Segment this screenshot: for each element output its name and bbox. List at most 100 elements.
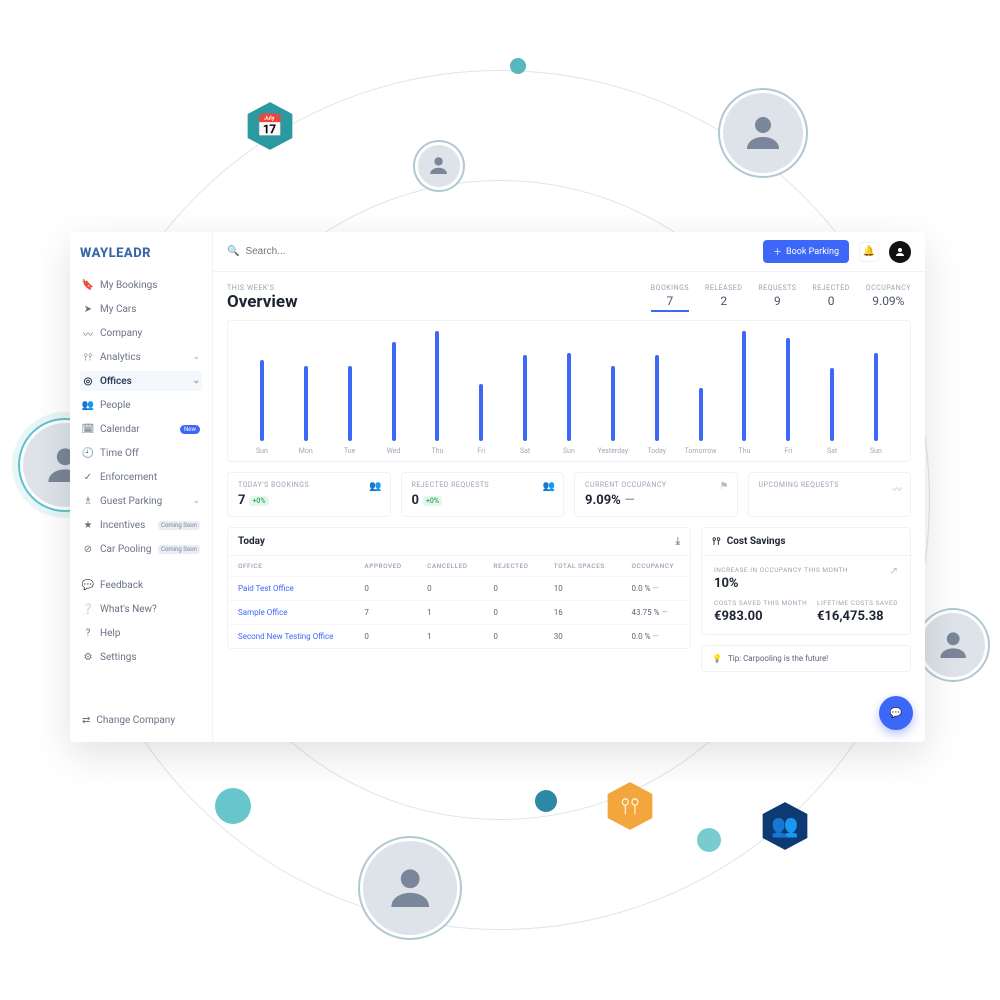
sidebar-item-offices[interactable]: ◎ Offices ⌄	[80, 371, 202, 391]
kpi-rejected-requests[interactable]: REJECTED REQUESTS 0 +0% 👥	[401, 472, 565, 517]
table-row[interactable]: Paid Test Office 0 0 0 10 0.0 % —	[228, 577, 690, 601]
chevron-down-icon: ⌄	[192, 496, 200, 506]
bell-icon: 🔔	[863, 246, 875, 257]
change-company-button[interactable]: ⇄ Change Company	[80, 711, 202, 730]
overview-chart: Sun Mon Tue Wed Thu Fri Sat Sun Yesterda…	[227, 320, 911, 462]
sidebar-item-company[interactable]: 〰 Company	[80, 323, 202, 343]
new-badge: New	[180, 425, 200, 434]
sidebar-item-guest-parking[interactable]: ♗ Guest Parking ⌄	[80, 491, 202, 511]
book-parking-button[interactable]: ＋ Book Parking	[763, 240, 849, 263]
sidebar-item-feedback[interactable]: 💬 Feedback	[80, 575, 202, 595]
chart-column: Sun	[547, 353, 591, 455]
overview-stat[interactable]: REJECTED 0	[812, 284, 849, 312]
kpi-label: UPCOMING REQUESTS	[759, 481, 901, 489]
office-cell[interactable]: Sample Office	[228, 601, 354, 625]
office-cell[interactable]: Paid Test Office	[228, 577, 354, 601]
stat-label: BOOKINGS	[651, 284, 689, 292]
approved-cell: 0	[354, 577, 417, 601]
kpi-delta: +0%	[249, 496, 268, 506]
occupancy-cell: 43.75 % —	[621, 601, 690, 625]
occupancy-cell: 0.0 % —	[621, 577, 690, 601]
overview-stat[interactable]: REQUESTS 9	[758, 284, 796, 312]
chart-bar	[874, 353, 878, 441]
kpi-delta: +0%	[423, 496, 442, 506]
swap-icon: ⇄	[82, 715, 90, 726]
people-icon: 👥	[82, 399, 94, 411]
sidebar-item-people[interactable]: 👥 People	[80, 395, 202, 415]
sidebar-item-car-pooling[interactable]: ⊘ Car Pooling Coming Soon	[80, 539, 202, 559]
sidebar-item-label: Calendar	[100, 424, 140, 435]
kpi-label: CURRENT OCCUPANCY	[585, 481, 727, 489]
sidebar-item-analytics[interactable]: ⫯⫯ Analytics ⌄	[80, 347, 202, 367]
calendar-hex-icon: 📅	[240, 100, 300, 152]
life-saved-value: €16,475.38	[817, 609, 898, 624]
chart-x-label: Sat	[827, 447, 837, 455]
users-icon: 👥	[543, 481, 555, 492]
search-box[interactable]: 🔍	[227, 246, 753, 257]
sidebar-item-label: Enforcement	[100, 472, 157, 483]
page-title: Overview	[227, 292, 298, 312]
stat-value: 9	[758, 294, 796, 308]
coming-soon-badge: Coming Soon	[158, 521, 200, 530]
sparkle-icon: ❔	[82, 603, 94, 615]
table-row[interactable]: Second New Testing Office 0 1 0 30 0.0 %…	[228, 625, 690, 649]
sidebar-item-enforcement[interactable]: ✓ Enforcement	[80, 467, 202, 487]
table-header: TOTAL SPACES	[544, 556, 622, 577]
chart-x-label: Thu	[431, 447, 443, 455]
chart-x-label: Mon	[299, 447, 313, 455]
chart-column: Sun	[854, 353, 898, 455]
overview-stat[interactable]: OCCUPANCY 9.09%	[866, 284, 911, 312]
spaces-cell: 30	[544, 625, 622, 649]
increase-label: INCREASE IN OCCUPANCY THIS MONTH	[714, 566, 848, 574]
sidebar-item-incentives[interactable]: ★ Incentives Coming Soon	[80, 515, 202, 535]
overview-stat[interactable]: RELEASED 2	[705, 284, 742, 312]
month-saved-value: €983.00	[714, 609, 807, 624]
sidebar-item-label: Offices	[100, 376, 132, 387]
sidebar-item-my-cars[interactable]: ➤ My Cars	[80, 299, 202, 319]
avatar	[360, 838, 460, 938]
chat-icon: 💬	[890, 708, 902, 719]
chart-column: Mon	[284, 366, 328, 455]
profile-avatar[interactable]	[889, 241, 911, 263]
sidebar-item-whats-new[interactable]: ❔ What's New?	[80, 599, 202, 619]
support-chat-button[interactable]: 💬	[879, 696, 913, 730]
chart-column: Wed	[372, 342, 416, 455]
sidebar-item-help[interactable]: ? Help	[80, 623, 202, 643]
overview-stat[interactable]: BOOKINGS 7	[651, 284, 689, 312]
chart-bar	[611, 366, 615, 441]
table-row[interactable]: Sample Office 7 1 0 16 43.75 % —	[228, 601, 690, 625]
guest-icon: ♗	[82, 495, 94, 507]
chart-bar	[655, 355, 659, 441]
chart-x-label: Tomorrow	[685, 447, 717, 455]
stat-label: REQUESTS	[758, 284, 796, 292]
stat-value: 7	[651, 294, 689, 312]
today-table: OFFICEAPPROVEDCANCELLEDREJECTEDTOTAL SPA…	[228, 556, 690, 648]
download-icon[interactable]: ⤓	[676, 536, 680, 547]
flag-icon: ⚑	[720, 481, 729, 492]
sidebar-item-my-bookings[interactable]: 🔖 My Bookings	[80, 275, 202, 295]
sidebar-item-time-off[interactable]: 🕘 Time Off	[80, 443, 202, 463]
chart-x-label: Tue	[344, 447, 355, 455]
decorative-dot	[697, 828, 721, 852]
kpi-current-occupancy[interactable]: CURRENT OCCUPANCY 9.09% — ⚑	[574, 472, 738, 517]
main-content: 🔍 ＋ Book Parking 🔔 THIS WEEK'S Overview …	[213, 232, 925, 742]
dashboard-window: WAYLEADR 🔖 My Bookings ➤ My Cars 〰 Compa…	[70, 232, 925, 742]
sidebar-item-calendar[interactable]: 🗓 Calendar New	[80, 419, 202, 439]
sidebar-item-settings[interactable]: ⚙ Settings	[80, 647, 202, 667]
office-cell[interactable]: Second New Testing Office	[228, 625, 354, 649]
chart-column: Fri	[459, 384, 503, 455]
chart-bar	[830, 368, 834, 441]
overview-suptitle: THIS WEEK'S	[227, 284, 298, 292]
shield-icon: ✓	[82, 471, 94, 483]
tip-text: Tip: Carpooling is the future!	[728, 654, 828, 663]
spaces-cell: 16	[544, 601, 622, 625]
kpi-value: 7	[238, 493, 245, 508]
occupancy-cell: 0.0 % —	[621, 625, 690, 649]
notifications-button[interactable]: 🔔	[859, 242, 879, 262]
search-input[interactable]	[245, 246, 753, 257]
panel-title: Today	[238, 536, 265, 547]
sidebar-item-label: Settings	[100, 652, 137, 663]
kpi-todays-bookings[interactable]: TODAY'S BOOKINGS 7 +0% 👥	[227, 472, 391, 517]
chevron-down-icon: ⌄	[192, 352, 200, 362]
kpi-upcoming-requests[interactable]: UPCOMING REQUESTS 〰	[748, 472, 912, 517]
